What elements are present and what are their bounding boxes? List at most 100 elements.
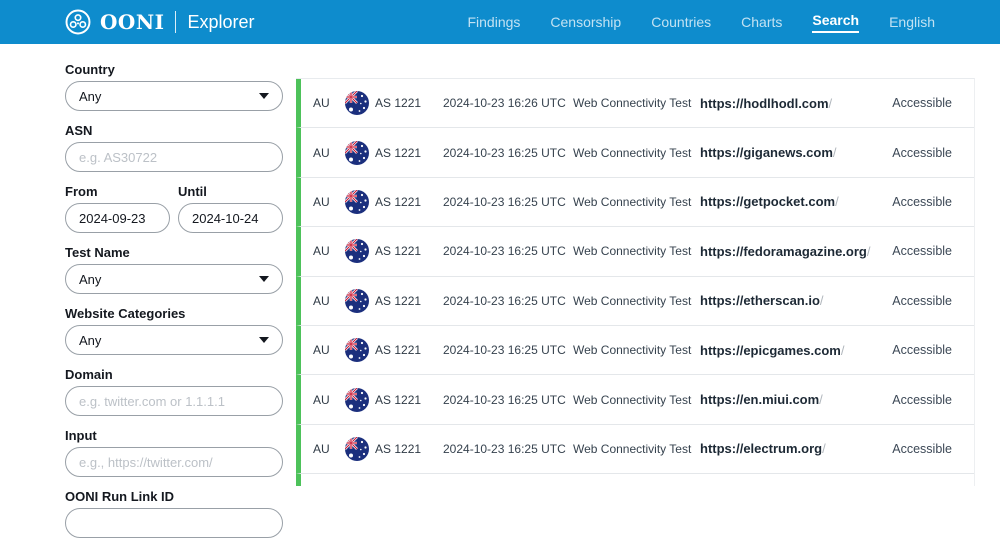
country-code: AU — [313, 294, 345, 308]
test-name-value: Web Connectivity Test — [573, 442, 700, 456]
ooni-run-link-input[interactable] — [65, 508, 283, 538]
measurement-row[interactable]: AU — [296, 375, 974, 424]
measured-url: https://epicgames.com/ — [700, 343, 892, 358]
asn-value: AS 1221 — [375, 393, 443, 407]
url-trailing-slash: / — [867, 244, 871, 259]
measurement-timestamp: 2024-10-23 16:26 UTC — [443, 96, 573, 110]
domain-filter: Domain — [65, 367, 283, 416]
url-trailing-slash: / — [820, 293, 824, 308]
asn-value: AS 1221 — [375, 195, 443, 209]
measurement-timestamp: 2024-10-23 16:25 UTC — [443, 393, 573, 407]
measured-url: https://etherscan.io/ — [700, 293, 892, 308]
url-trailing-slash: / — [833, 145, 837, 160]
australia-flag-icon — [345, 338, 375, 362]
input-filter: Input — [65, 428, 283, 477]
test-name-label: Test Name — [65, 245, 283, 260]
test-name-filter: Test Name Any — [65, 245, 283, 294]
country-filter: Country Any — [65, 62, 283, 111]
domain-input[interactable] — [65, 386, 283, 416]
url-trailing-slash: / — [829, 96, 833, 111]
measurement-row[interactable]: AU — [296, 79, 974, 128]
measurement-timestamp: 2024-10-23 16:25 UTC — [443, 146, 573, 160]
country-select[interactable]: Any — [65, 81, 283, 111]
measurement-row[interactable]: AU — [296, 326, 974, 375]
from-label: From — [65, 184, 170, 199]
status-badge: Accessible — [892, 96, 952, 110]
country-code: AU — [313, 343, 345, 357]
from-date-input[interactable] — [65, 203, 170, 233]
measurement-row-partial[interactable] — [296, 474, 974, 486]
asn-value: AS 1221 — [375, 244, 443, 258]
logo-divider — [175, 11, 176, 33]
test-name-value: Web Connectivity Test — [573, 343, 700, 357]
test-name-select[interactable]: Any — [65, 264, 283, 294]
measurement-row[interactable]: AU — [296, 128, 974, 177]
header: OONI Explorer Findings Censorship Countr… — [0, 0, 1000, 44]
url-trailing-slash: / — [841, 343, 845, 358]
measurement-timestamp: 2024-10-23 16:25 UTC — [443, 244, 573, 258]
measured-url: https://getpocket.com/ — [700, 194, 892, 209]
status-badge: Accessible — [892, 146, 952, 160]
nav-item[interactable]: Findings — [467, 14, 520, 30]
measured-url: https://en.miui.com/ — [700, 392, 892, 407]
australia-flag-icon — [345, 437, 375, 461]
measurement-row[interactable]: AU — [296, 277, 974, 326]
ooni-logo[interactable]: OONI Explorer — [65, 9, 255, 35]
nav-item[interactable]: Search — [812, 12, 859, 33]
status-badge: Accessible — [892, 195, 952, 209]
chevron-down-icon — [259, 93, 269, 99]
nav-item[interactable]: Countries — [651, 14, 711, 30]
measurement-timestamp: 2024-10-23 16:25 UTC — [443, 442, 573, 456]
australia-flag-icon — [345, 91, 375, 115]
chevron-down-icon — [259, 276, 269, 282]
country-code: AU — [313, 96, 345, 110]
until-date-input[interactable] — [178, 203, 283, 233]
domain-label: Domain — [65, 367, 283, 382]
country-label: Country — [65, 62, 283, 77]
nav-item[interactable]: Censorship — [550, 14, 621, 30]
website-categories-label: Website Categories — [65, 306, 283, 321]
country-code: AU — [313, 195, 345, 209]
asn-label: ASN — [65, 123, 283, 138]
country-code: AU — [313, 393, 345, 407]
test-name-value: Web Connectivity Test — [573, 294, 700, 308]
website-categories-select[interactable]: Any — [65, 325, 283, 355]
asn-input[interactable] — [65, 142, 283, 172]
country-code: AU — [313, 442, 345, 456]
input-url-input[interactable] — [65, 447, 283, 477]
nav-item[interactable]: Charts — [741, 14, 782, 30]
asn-value: AS 1221 — [375, 442, 443, 456]
website-categories-filter: Website Categories Any — [65, 306, 283, 355]
status-badge: Accessible — [892, 294, 952, 308]
test-name-value: Web Connectivity Test — [573, 244, 700, 258]
status-badge: Accessible — [892, 343, 952, 357]
measured-url: https://hodlhodl.com/ — [700, 96, 892, 111]
ooni-run-link-filter: OONI Run Link ID — [65, 489, 283, 538]
status-badge: Accessible — [892, 442, 952, 456]
country-code: AU — [313, 244, 345, 258]
date-range-row: From Until — [65, 184, 283, 245]
explorer-wordmark: Explorer — [187, 12, 254, 33]
main-nav: Findings Censorship Countries Charts Sea… — [467, 12, 935, 33]
measured-url: https://giganews.com/ — [700, 145, 892, 160]
measurement-row[interactable]: AU — [296, 227, 974, 276]
ooni-wordmark: OONI — [100, 10, 164, 34]
measurement-row[interactable]: AU — [296, 178, 974, 227]
australia-flag-icon — [345, 190, 375, 214]
website-categories-select-value: Any — [79, 333, 101, 348]
nav-item[interactable]: English — [889, 14, 935, 30]
status-badge: Accessible — [892, 244, 952, 258]
url-trailing-slash: / — [822, 441, 826, 456]
until-label: Until — [178, 184, 283, 199]
chevron-down-icon — [259, 337, 269, 343]
australia-flag-icon — [345, 388, 375, 412]
measurement-row[interactable]: AU — [296, 425, 974, 474]
measured-url: https://electrum.org/ — [700, 441, 892, 456]
test-name-select-value: Any — [79, 272, 101, 287]
ooni-run-link-label: OONI Run Link ID — [65, 489, 283, 504]
test-name-value: Web Connectivity Test — [573, 96, 700, 110]
asn-value: AS 1221 — [375, 146, 443, 160]
australia-flag-icon — [345, 141, 375, 165]
until-filter: Until — [178, 184, 283, 233]
asn-value: AS 1221 — [375, 294, 443, 308]
